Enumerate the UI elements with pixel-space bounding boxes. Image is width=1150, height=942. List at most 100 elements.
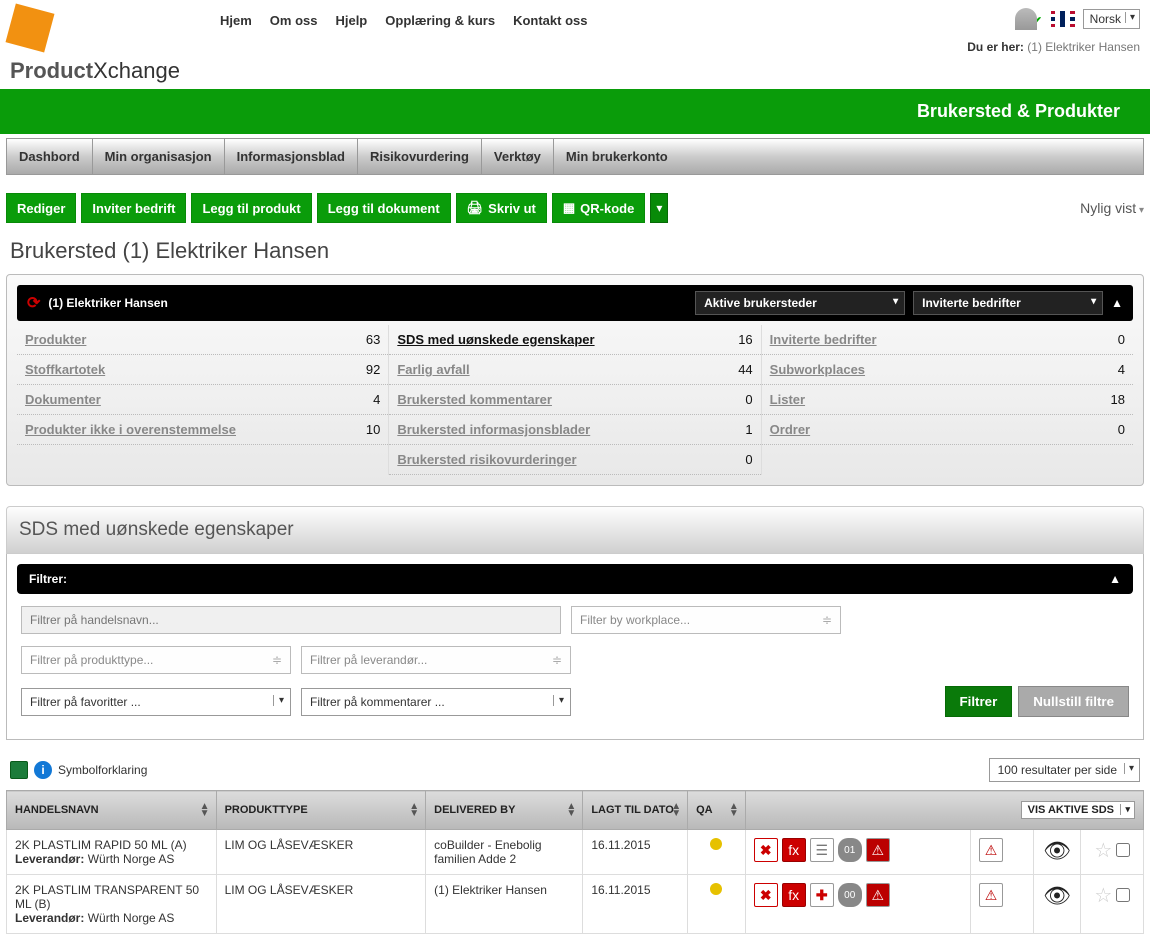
user-icon[interactable]: ✔ xyxy=(1015,8,1043,30)
nav-hjelp[interactable]: Hjelp xyxy=(335,13,367,28)
count-badge[interactable]: 01 xyxy=(838,838,862,862)
col-visactive[interactable]: VIS AKTIVE SDS xyxy=(745,791,1143,830)
products-table: HANDELSNAVN▲▼ PRODUKTTYPE▲▼ DELIVERED BY… xyxy=(6,790,1144,934)
recently-viewed[interactable]: Nylig vist xyxy=(1080,200,1144,216)
x-icon[interactable]: ✖ xyxy=(754,838,778,862)
count-badge[interactable]: 00 xyxy=(838,883,862,907)
filter-heading: Filtrer: xyxy=(29,572,67,586)
sds-view-select[interactable]: VIS AKTIVE SDS xyxy=(1021,801,1135,819)
stat-link[interactable]: Brukersted informasjonsblader xyxy=(397,422,590,437)
row-checkbox[interactable] xyxy=(1116,843,1130,857)
pdf-icon[interactable]: ⚠ xyxy=(979,838,1003,862)
tab-verktoy[interactable]: Verktøy xyxy=(482,139,554,174)
warning-icon[interactable]: ⚠ xyxy=(866,838,890,862)
x-icon[interactable]: ✖ xyxy=(754,883,778,907)
qr-button[interactable]: QR-kode xyxy=(552,193,645,223)
refresh-icon[interactable]: ⟳ xyxy=(27,293,40,313)
delivered-by: coBuilder - Enebolig familien Adde 2 xyxy=(426,830,583,875)
stat-link[interactable]: Brukersted kommentarer xyxy=(397,392,552,407)
product-type: LIM OG LÅSEVÆSKER xyxy=(216,875,426,934)
reset-filter-button[interactable]: Nullstill filtre xyxy=(1018,686,1129,717)
summary-title: (1) Elektriker Hansen xyxy=(48,296,687,310)
col-qa[interactable]: QA▲▼ xyxy=(688,791,746,830)
favorite-icon[interactable]: ☆ xyxy=(1094,885,1112,907)
results-per-page-select[interactable]: 100 resultater per side xyxy=(989,758,1140,782)
added-date: 16.11.2015 xyxy=(583,875,688,934)
stat-link[interactable]: Produkter ikke i overenstemmelse xyxy=(25,422,236,437)
nav-omoss[interactable]: Om oss xyxy=(270,13,318,28)
excel-icon[interactable] xyxy=(10,761,28,779)
warning-icon[interactable]: ⚠ xyxy=(866,883,890,907)
col-deliveredby[interactable]: DELIVERED BY▲▼ xyxy=(426,791,583,830)
stat-link[interactable]: Produkter xyxy=(25,332,86,347)
print-icon xyxy=(467,200,484,216)
eye-icon[interactable]: 👁 xyxy=(1043,838,1071,863)
flag-icon xyxy=(1051,11,1075,27)
stat-link[interactable]: Stoffkartotek xyxy=(25,362,105,377)
filter-producttype-select[interactable]: Filtrer på produkttype... xyxy=(21,646,291,674)
stat-link[interactable]: Inviterte bedrifter xyxy=(770,332,877,347)
summary-card: ⟳ (1) Elektriker Hansen Aktive brukerste… xyxy=(6,274,1144,486)
section-title: SDS med uønskede egenskaper xyxy=(6,506,1144,554)
stat-link[interactable]: SDS med uønskede egenskaper xyxy=(397,332,594,347)
filter-tradename-input[interactable] xyxy=(21,606,561,634)
logo[interactable]: ProductXchange xyxy=(10,8,180,84)
leggtilprodukt-button[interactable]: Legg til produkt xyxy=(191,193,311,223)
filter-workplace-select[interactable]: Filter by workplace... xyxy=(571,606,841,634)
leggtildok-button[interactable]: Legg til dokument xyxy=(317,193,451,223)
stat-link[interactable]: Subworkplaces xyxy=(770,362,865,377)
stat-link[interactable]: Farlig avfall xyxy=(397,362,469,377)
tab-risiko[interactable]: Risikovurdering xyxy=(358,139,482,174)
eye-icon[interactable]: 👁 xyxy=(1043,883,1071,908)
product-name[interactable]: 2K PLASTLIM TRANSPARENT 50 ML (B) xyxy=(15,883,208,911)
tab-infoblad[interactable]: Informasjonsblad xyxy=(225,139,358,174)
main-tabs: Dashbord Min organisasjon Informasjonsbl… xyxy=(6,138,1144,175)
stat-link[interactable]: Brukersted risikovurderinger xyxy=(397,452,576,467)
breadcrumb: Du er her: (1) Elektriker Hansen xyxy=(967,40,1140,54)
product-name[interactable]: 2K PLASTLIM RAPID 50 ML (A) xyxy=(15,838,208,852)
page-banner: Brukersted & Produkter xyxy=(0,89,1150,134)
nav-hjem[interactable]: Hjem xyxy=(220,13,252,28)
row-checkbox[interactable] xyxy=(1116,888,1130,902)
nav-kontakt[interactable]: Kontakt oss xyxy=(513,13,587,28)
col-lagttildato[interactable]: LAGT TIL DATO▲▼ xyxy=(583,791,688,830)
legend-label[interactable]: Symbolforklaring xyxy=(58,763,147,777)
tab-dashbord[interactable]: Dashbord xyxy=(7,139,93,174)
qa-status-icon xyxy=(710,838,722,850)
collapse-icon[interactable]: ▲ xyxy=(1111,296,1123,310)
delivered-by: (1) Elektriker Hansen xyxy=(426,875,583,934)
stat-link[interactable]: Dokumenter xyxy=(25,392,101,407)
tab-brukerkonto[interactable]: Min brukerkonto xyxy=(554,139,680,174)
col-produkttype[interactable]: PRODUKTTYPE▲▼ xyxy=(216,791,426,830)
pdf-icon[interactable]: ⚠ xyxy=(979,883,1003,907)
stat-link[interactable]: Ordrer xyxy=(770,422,810,437)
nav-opplaering[interactable]: Opplæring & kurs xyxy=(385,13,495,28)
inviterte-bedrifter-select[interactable]: Inviterte bedrifter xyxy=(913,291,1103,315)
skrivut-button[interactable]: Skriv ut xyxy=(456,193,547,223)
tab-minorg[interactable]: Min organisasjon xyxy=(93,139,225,174)
plus-icon[interactable]: ✚ xyxy=(810,883,834,907)
filter-favorites-select[interactable]: Filtrer på favoritter ... xyxy=(21,688,291,716)
added-date: 16.11.2015 xyxy=(583,830,688,875)
filter-collapse-icon[interactable]: ▲ xyxy=(1109,572,1121,586)
info-icon[interactable]: i xyxy=(34,761,52,779)
fx-icon[interactable]: fx xyxy=(782,838,806,862)
col-handelsnavn[interactable]: HANDELSNAVN▲▼ xyxy=(7,791,217,830)
filter-panel: Filtrer: ▲ Filter by workplace... Filtre… xyxy=(6,554,1144,740)
product-type: LIM OG LÅSEVÆSKER xyxy=(216,830,426,875)
qr-dropdown[interactable]: ▾ xyxy=(650,193,668,223)
rediger-button[interactable]: Rediger xyxy=(6,193,76,223)
filter-comments-select[interactable]: Filtrer på kommentarer ... xyxy=(301,688,571,716)
language-select[interactable]: Norsk xyxy=(1083,9,1140,29)
qa-status-icon xyxy=(710,883,722,895)
table-row: 2K PLASTLIM TRANSPARENT 50 ML (B) Levera… xyxy=(7,875,1144,934)
inviter-button[interactable]: Inviter bedrift xyxy=(81,193,186,223)
favorite-icon[interactable]: ☆ xyxy=(1094,840,1112,862)
fx-icon[interactable]: fx xyxy=(782,883,806,907)
filter-button[interactable]: Filtrer xyxy=(945,686,1013,717)
stat-link[interactable]: Lister xyxy=(770,392,805,407)
page-title: Brukersted (1) Elektriker Hansen xyxy=(10,238,1140,264)
page-icon[interactable]: ☰ xyxy=(810,838,834,862)
filter-supplier-select[interactable]: Filtrer på leverandør... xyxy=(301,646,571,674)
aktive-brukersteder-select[interactable]: Aktive brukersteder xyxy=(695,291,905,315)
